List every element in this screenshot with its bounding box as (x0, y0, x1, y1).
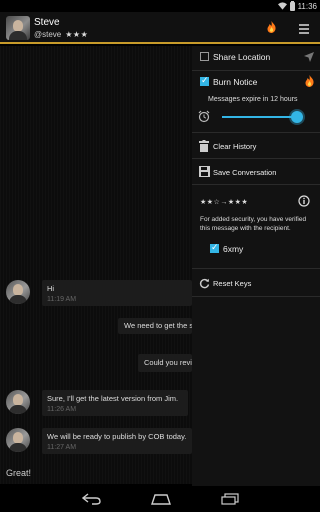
message-time: 11:19 AM (47, 296, 77, 303)
share-location-checkbox[interactable] (200, 52, 209, 61)
trash-icon (199, 140, 209, 152)
battery-icon (289, 0, 295, 11)
wifi-icon (277, 2, 287, 10)
message-text: Could you revi (144, 358, 192, 367)
divider (192, 70, 320, 71)
home-icon[interactable] (151, 493, 171, 505)
share-location-row[interactable]: Share Location (192, 46, 320, 70)
recent-apps-icon[interactable] (221, 493, 239, 505)
contact-avatar[interactable] (6, 16, 30, 40)
verify-word-checkbox[interactable] (210, 242, 219, 253)
message-time: 11:26 AM (47, 406, 77, 413)
message-bubble[interactable]: Sure, I'll get the latest version from J… (42, 390, 188, 416)
back-icon[interactable] (82, 493, 102, 505)
verify-stars: ★★☆→★★★ (200, 199, 249, 206)
message-bubble[interactable]: Hi 11:19 AM (42, 280, 192, 306)
message-text: Hi (47, 284, 55, 293)
verify-word-label: 6xmy (223, 244, 244, 254)
save-conversation-label: Save Conversation (213, 168, 277, 177)
contact-handle: @steve (34, 30, 62, 39)
burn-notice-checkbox[interactable] (200, 75, 209, 86)
reset-keys-row[interactable]: Reset Keys (192, 270, 320, 296)
location-arrow-icon (304, 52, 314, 62)
burn-notice-label: Burn Notice (213, 77, 258, 87)
clear-history-label: Clear History (213, 142, 257, 151)
flame-icon (305, 75, 314, 87)
overflow-menu-icon[interactable] (299, 24, 309, 34)
slider-track (222, 116, 298, 118)
refresh-icon (199, 278, 210, 289)
expire-text: Messages expire in 12 hours (208, 96, 298, 103)
status-bar: 11:36 (0, 0, 320, 12)
trust-stars: ★★★ (65, 30, 89, 39)
verify-text-line1: For added security, you have verified (200, 216, 307, 223)
status-time: 11:36 (297, 1, 317, 11)
clear-history-row[interactable]: Clear History (192, 134, 320, 158)
message-text: We need to get the s (124, 321, 192, 330)
contact-subtitle: @steve ★★★ (34, 30, 88, 39)
options-drawer: Share Location Burn Notice Messages expi… (192, 46, 320, 486)
navigation-bar (0, 486, 320, 512)
alarm-clock-icon (198, 110, 210, 123)
save-conversation-row[interactable]: Save Conversation (192, 160, 320, 184)
contact-name: Steve (34, 17, 60, 28)
divider (192, 184, 320, 185)
divider (192, 158, 320, 159)
message-bubble-outgoing[interactable]: Could you revi (138, 354, 192, 372)
reset-keys-label: Reset Keys (213, 279, 252, 288)
sender-avatar (6, 280, 30, 304)
divider (192, 268, 320, 269)
compose-input[interactable]: Great! (6, 468, 31, 478)
sender-avatar (6, 428, 30, 452)
message-bubble-outgoing[interactable]: We need to get the s (118, 318, 192, 334)
status-icons: 11:36 (277, 0, 317, 12)
message-text: Sure, I'll get the latest version from J… (47, 394, 179, 403)
share-location-label: Share Location (213, 52, 271, 62)
sender-avatar (6, 390, 30, 414)
action-bar: Steve @steve ★★★ (0, 12, 320, 44)
divider (192, 132, 320, 133)
verify-text-line2: this message with the recipient. (200, 225, 291, 232)
burn-notice-row[interactable]: Burn Notice (192, 72, 320, 92)
info-icon[interactable] (298, 195, 310, 207)
verify-word-row[interactable]: 6xmy (192, 242, 320, 256)
message-text: We will be ready to publish by COB today… (47, 432, 187, 441)
burn-flame-icon[interactable] (267, 21, 276, 36)
slider-thumb[interactable] (291, 111, 303, 123)
message-bubble[interactable]: We will be ready to publish by COB today… (42, 428, 192, 454)
save-disk-icon (199, 166, 210, 177)
message-time: 11:27 AM (47, 444, 77, 451)
divider (192, 296, 320, 297)
